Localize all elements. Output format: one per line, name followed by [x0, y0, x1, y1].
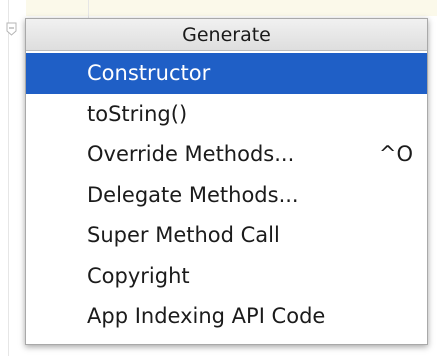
- menu-item-delegate-methods[interactable]: Delegate Methods...: [26, 175, 427, 216]
- menu-item-app-indexing-api-code[interactable]: App Indexing API Code: [26, 296, 427, 337]
- menu-item-constructor[interactable]: Constructor: [26, 53, 427, 94]
- menu-item-label: Constructor: [87, 61, 211, 86]
- screen: Generate Constructor toString() Override…: [0, 0, 437, 356]
- menu-item-tostring[interactable]: toString(): [26, 94, 427, 135]
- menu-item-copyright[interactable]: Copyright: [26, 256, 427, 297]
- menu-item-shortcut: ^O: [378, 142, 413, 167]
- menu-item-label: Override Methods...: [87, 142, 295, 167]
- generate-menu-list: Constructor toString() Override Methods.…: [26, 51, 427, 337]
- fold-marker-icon[interactable]: [6, 22, 17, 36]
- menu-item-label: Super Method Call: [87, 223, 280, 248]
- menu-item-label: toString(): [87, 101, 188, 126]
- popup-title: Generate: [26, 19, 427, 51]
- menu-item-label: Delegate Methods...: [87, 182, 299, 207]
- menu-item-override-methods[interactable]: Override Methods... ^O: [26, 134, 427, 175]
- generate-popup: Generate Constructor toString() Override…: [25, 18, 428, 345]
- menu-item-label: Copyright: [87, 263, 190, 288]
- editor-gutter-line: [8, 0, 9, 356]
- menu-item-super-method-call[interactable]: Super Method Call: [26, 215, 427, 256]
- menu-item-label: App Indexing API Code: [87, 304, 326, 329]
